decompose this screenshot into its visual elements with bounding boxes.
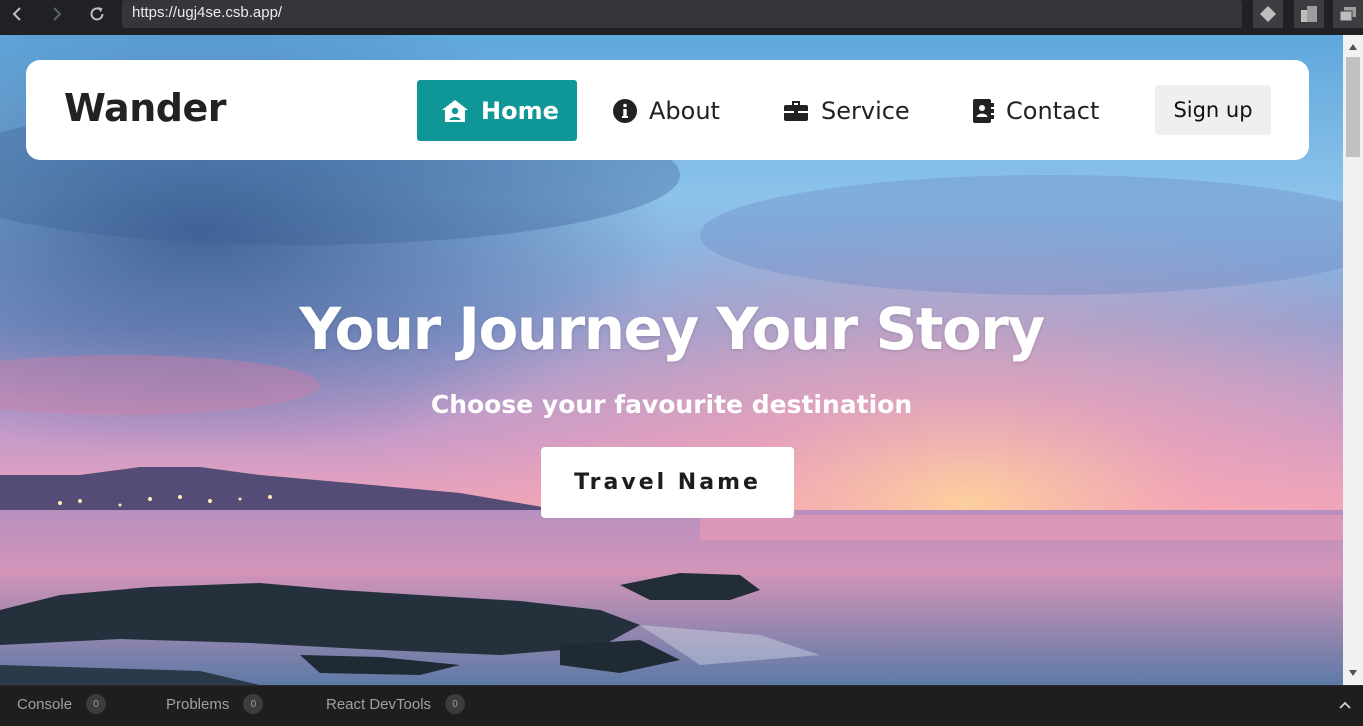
tab-label: Problems	[166, 695, 230, 713]
chevron-left-icon	[12, 7, 21, 21]
count-badge: 0	[86, 694, 107, 714]
count-badge: 0	[445, 694, 466, 714]
tab-problems[interactable]: Problems 0	[166, 686, 264, 722]
page-scrollbar[interactable]	[1343, 35, 1363, 685]
extension-button[interactable]	[1253, 0, 1283, 28]
windows-icon	[1339, 7, 1356, 22]
url-text: https://ugj4se.csb.app/	[132, 4, 283, 21]
brand-logo[interactable]: Wander	[64, 86, 226, 130]
count-badge: 0	[243, 694, 264, 714]
page-viewport: Wander Home About Service Contact Sign u…	[0, 35, 1343, 685]
address-book-icon	[973, 98, 994, 123]
triangle-up-icon	[1349, 44, 1357, 50]
reload-button[interactable]	[80, 0, 114, 28]
nav-item-about[interactable]: About	[589, 80, 759, 141]
codesandbox-icon	[1260, 6, 1276, 22]
chevron-right-icon	[53, 7, 62, 21]
chevron-up-icon	[1339, 701, 1351, 709]
tab-console[interactable]: Console 0	[17, 686, 107, 722]
scroll-up-arrow[interactable]	[1343, 39, 1363, 55]
address-bar[interactable]: https://ugj4se.csb.app/	[122, 0, 1242, 28]
nav-item-contact[interactable]: Contact	[948, 80, 1118, 141]
hero-title: Your Journey Your Story	[299, 295, 1045, 363]
tab-label: React DevTools	[326, 695, 432, 713]
nav-item-label: About	[649, 96, 720, 125]
hero-subtitle: Choose your favourite destination	[430, 390, 913, 419]
expand-devtools-button[interactable]	[1336, 696, 1354, 714]
window-button[interactable]	[1333, 0, 1363, 28]
travel-name-button[interactable]: Travel Name	[541, 447, 794, 518]
nav-item-label: Home	[481, 96, 559, 125]
nav-item-label: Service	[821, 96, 910, 125]
tab-react-devtools[interactable]: React DevTools 0	[326, 686, 466, 722]
nav-item-service[interactable]: Service	[759, 80, 934, 141]
signup-button[interactable]: Sign up	[1155, 85, 1271, 135]
split-view-icon	[1301, 6, 1317, 22]
back-button[interactable]	[0, 0, 34, 28]
split-view-button[interactable]	[1294, 0, 1324, 28]
triangle-down-icon	[1349, 670, 1357, 676]
forward-button[interactable]	[40, 0, 74, 28]
browser-toolbar: https://ugj4se.csb.app/	[0, 0, 1363, 35]
briefcase-icon	[784, 100, 808, 121]
scroll-down-arrow[interactable]	[1343, 665, 1363, 681]
home-user-icon	[442, 99, 468, 122]
scroll-thumb[interactable]	[1346, 57, 1360, 157]
tab-label: Console	[17, 695, 73, 713]
reload-icon	[90, 7, 104, 21]
devtools-bar: Console 0 Problems 0 React DevTools 0	[0, 685, 1363, 726]
navbar: Wander Home About Service Contact Sign u…	[26, 60, 1309, 160]
nav-item-label: Contact	[1006, 96, 1100, 125]
nav-item-home[interactable]: Home	[417, 80, 577, 141]
info-circle-icon	[613, 98, 637, 123]
